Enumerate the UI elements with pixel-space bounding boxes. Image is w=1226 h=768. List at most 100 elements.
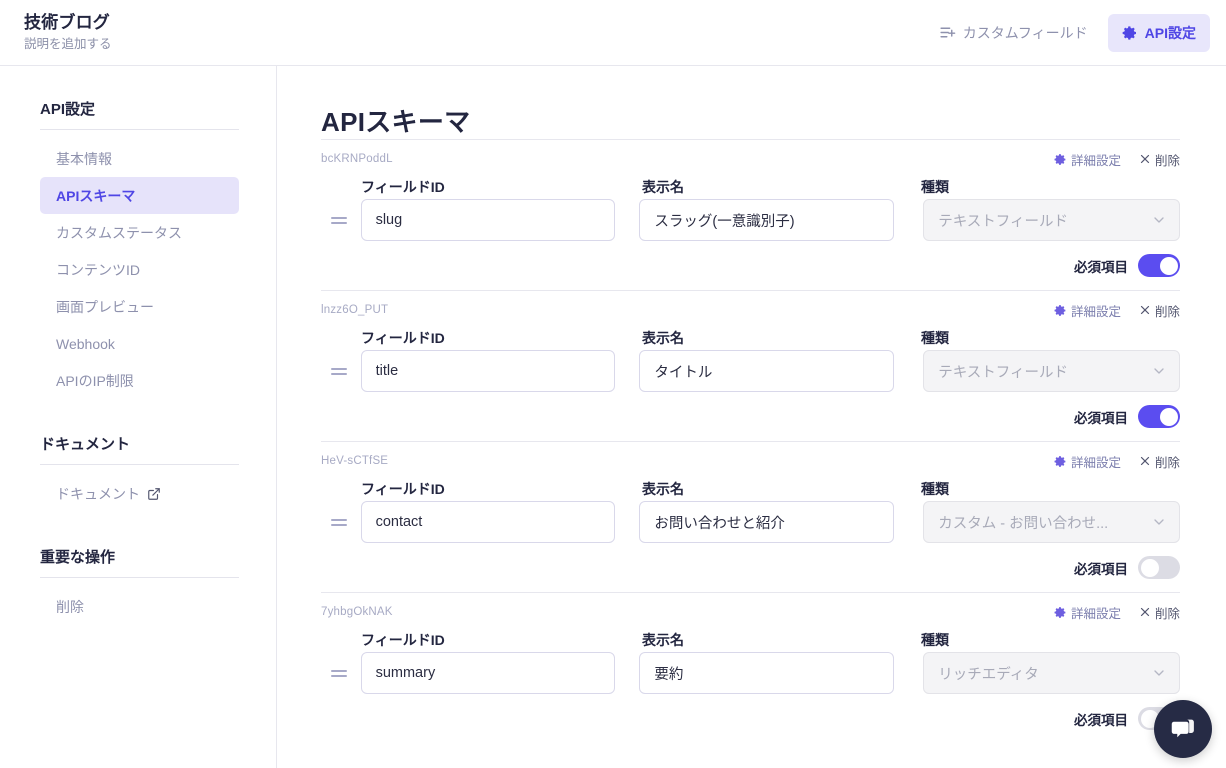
drag-handle-icon[interactable] xyxy=(321,669,361,677)
field-inputs-row: カスタム - お問い合わせ... xyxy=(321,501,1180,543)
sidebar-item-api-schema[interactable]: APIスキーマ xyxy=(40,177,239,214)
card-header: HeV-sCTfSE 詳細設定 削除 xyxy=(321,451,1180,471)
label-field-id: フィールドID xyxy=(361,179,445,195)
toggle-knob xyxy=(1159,407,1178,426)
display-name-input[interactable] xyxy=(639,652,895,694)
delete-field-button[interactable]: 削除 xyxy=(1139,301,1180,320)
close-icon xyxy=(1139,455,1151,467)
sidebar-item-label: 削除 xyxy=(56,598,84,615)
schema-field-card: lnzz6O_PUT 詳細設定 削除 フィールドID 表示名 種類 title … xyxy=(321,290,1180,428)
label-type: 種類 xyxy=(920,481,949,497)
detail-settings-button[interactable]: 詳細設定 xyxy=(1054,603,1121,622)
required-toggle[interactable] xyxy=(1138,556,1180,579)
column-labels: フィールドID 表示名 種類 xyxy=(361,328,1180,348)
sidebar-item-webhook[interactable]: Webhook xyxy=(40,325,239,362)
column-labels: フィールドID 表示名 種類 xyxy=(361,630,1180,650)
detail-settings-button[interactable]: 詳細設定 xyxy=(1054,452,1121,471)
drag-handle-icon[interactable] xyxy=(321,367,361,375)
label-type: 種類 xyxy=(920,179,949,195)
field-type-select[interactable]: テキストフィールド xyxy=(923,350,1180,392)
card-actions: 詳細設定 削除 xyxy=(1054,150,1180,169)
field-type-select[interactable]: テキストフィールド xyxy=(923,199,1180,241)
sidebar-item-document[interactable]: ドキュメント xyxy=(40,475,239,512)
column-labels: フィールドID 表示名 種類 xyxy=(361,479,1180,499)
gear-icon xyxy=(1054,304,1067,317)
sidebar-heading-critical-operations: 重要な操作 xyxy=(40,549,116,566)
delete-field-button[interactable]: 削除 xyxy=(1139,150,1180,169)
page-title: APIスキーマ xyxy=(321,107,471,137)
api-settings-button[interactable]: API設定 xyxy=(1107,13,1210,52)
custom-field-label: カスタムフィールド xyxy=(962,24,1088,41)
drag-handle-icon[interactable] xyxy=(321,216,361,224)
required-toggle[interactable] xyxy=(1138,254,1180,277)
field-type-value: カスタム - お問い合わせ... xyxy=(938,515,1109,532)
field-id-input[interactable] xyxy=(360,350,616,392)
brand-subtitle[interactable]: 説明を追加する xyxy=(24,35,112,53)
label-field-id: フィールドID xyxy=(361,632,445,648)
sidebar-section-api-settings: API設定 基本情報 APIスキーマ カスタムステータス コンテンツID 画面プ… xyxy=(0,98,276,399)
delete-field-label: 削除 xyxy=(1154,304,1180,319)
required-row: 必須項目 xyxy=(321,405,1180,428)
label-display-name: 表示名 xyxy=(641,330,684,346)
delete-field-label: 削除 xyxy=(1154,455,1180,470)
required-row: 必須項目 xyxy=(321,707,1180,730)
field-id-input[interactable] xyxy=(360,652,616,694)
card-header: 7yhbgOkNAK 詳細設定 削除 xyxy=(321,602,1180,622)
sidebar-item-custom-status[interactable]: カスタムステータス xyxy=(40,214,239,251)
label-display-name: 表示名 xyxy=(641,481,684,497)
card-actions: 詳細設定 削除 xyxy=(1054,301,1180,320)
sidebar-heading-api-settings: API設定 xyxy=(40,101,96,118)
field-id-input[interactable] xyxy=(360,199,616,241)
api-settings-label: API設定 xyxy=(1144,24,1196,41)
drag-handle-icon[interactable] xyxy=(321,518,361,526)
sidebar-item-label: カスタムステータス xyxy=(56,224,182,241)
sidebar-item-delete[interactable]: 削除 xyxy=(40,588,239,625)
chevron-down-icon xyxy=(1151,363,1167,379)
sidebar-item-label: コンテンツID xyxy=(56,261,140,278)
required-row: 必須項目 xyxy=(321,254,1180,277)
card-actions: 詳細設定 削除 xyxy=(1054,452,1180,471)
field-code: bcKRNPoddL xyxy=(321,153,393,165)
close-icon xyxy=(1139,606,1151,618)
toggle-knob xyxy=(1140,558,1159,577)
brand-title: 技術ブログ xyxy=(24,12,110,32)
sidebar-item-api-ip-restriction[interactable]: APIのIP制限 xyxy=(40,362,239,399)
delete-field-label: 削除 xyxy=(1154,606,1180,621)
card-actions: 詳細設定 削除 xyxy=(1054,603,1180,622)
sidebar-item-content-id[interactable]: コンテンツID xyxy=(40,251,239,288)
sidebar-item-label: APIのIP制限 xyxy=(56,372,134,389)
gear-icon xyxy=(1054,153,1067,166)
custom-field-button[interactable]: カスタムフィールド xyxy=(933,16,1094,50)
field-type-select[interactable]: リッチエディタ xyxy=(923,652,1180,694)
display-name-input[interactable] xyxy=(639,350,895,392)
sidebar-item-basic-info[interactable]: 基本情報 xyxy=(40,140,239,177)
required-label: 必須項目 xyxy=(1074,712,1128,728)
close-icon xyxy=(1139,153,1151,165)
delete-field-button[interactable]: 削除 xyxy=(1139,603,1180,622)
toggle-knob xyxy=(1159,256,1178,275)
sidebar-divider xyxy=(40,129,239,130)
top-header-bar: 技術ブログ 説明を追加する カスタムフィールド API設定 xyxy=(0,0,1226,66)
sidebar-item-label: 画面プレビュー xyxy=(56,298,154,315)
field-inputs-row: リッチエディタ xyxy=(321,652,1180,694)
header-actions: カスタムフィールド API設定 xyxy=(933,13,1210,52)
display-name-input[interactable] xyxy=(639,501,895,543)
delete-field-button[interactable]: 削除 xyxy=(1139,452,1180,471)
field-id-input[interactable] xyxy=(360,501,616,543)
chat-bubble-icon xyxy=(1168,714,1198,744)
card-header: lnzz6O_PUT 詳細設定 削除 xyxy=(321,300,1180,320)
schema-field-card: HeV-sCTfSE 詳細設定 削除 フィールドID 表示名 種類 contac… xyxy=(321,441,1180,579)
schema-field-card: bcKRNPoddL 詳細設定 削除 フィールドID 表示名 種類 slug ス… xyxy=(321,139,1180,277)
display-name-input[interactable] xyxy=(639,199,895,241)
field-type-value: テキストフィールド xyxy=(938,364,1069,381)
sidebar-item-screen-preview[interactable]: 画面プレビュー xyxy=(40,288,239,325)
chat-launcher-button[interactable] xyxy=(1154,700,1212,758)
chevron-down-icon xyxy=(1151,514,1167,530)
detail-settings-button[interactable]: 詳細設定 xyxy=(1054,301,1121,320)
required-toggle[interactable] xyxy=(1138,405,1180,428)
label-display-name: 表示名 xyxy=(641,179,684,195)
field-type-select[interactable]: カスタム - お問い合わせ... xyxy=(923,501,1180,543)
detail-settings-button[interactable]: 詳細設定 xyxy=(1054,150,1121,169)
sidebar-item-label: ドキュメント xyxy=(56,485,140,502)
main-content: APIスキーマ bcKRNPoddL 詳細設定 削除 フィールドID 表示名 種… xyxy=(277,66,1226,768)
